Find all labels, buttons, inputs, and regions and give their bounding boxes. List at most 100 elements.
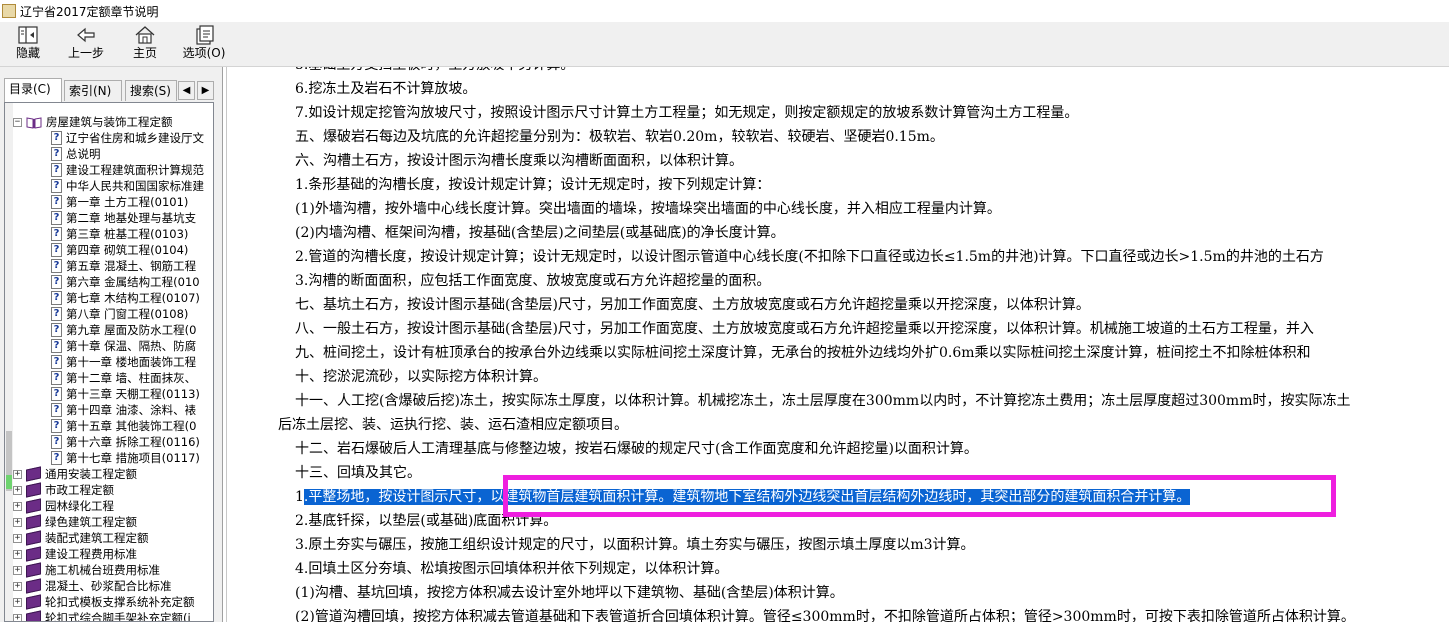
tree-node-page[interactable]: ? 第十七章 措施项目(0117): [51, 450, 200, 466]
tree-node-book[interactable]: + 轮扣式综合脚手架补充定额(j: [13, 610, 191, 621]
nav-tabs: 目录(C) 索引(N) 搜索(S) ◀ ▶: [4, 78, 218, 102]
content-line: 七、基坑土石方，按设计图示基础(含垫层)尺寸，另加工作面宽度、土方放坡宽度或石方…: [295, 297, 1090, 313]
tree-node-label: 第七章 木结构工程(0107): [66, 291, 200, 305]
tree-node-label: 第十五章 其他装饰工程(0: [66, 419, 197, 433]
content-line: 九、桩间挖土，设计有桩顶承台的按承台外边线乘以实际桩间挖土深度计算，无承台的按桩…: [295, 345, 1311, 361]
content-pane[interactable]: 5.基础土方支挡土板时，土方放坡不另计算。 6.挖冻土及岩石不计算放坡。 7.如…: [226, 67, 1449, 622]
help-page-icon: ?: [51, 435, 62, 449]
book-icon: [26, 610, 41, 621]
tree-node-label: 装配式建筑工程定额: [45, 531, 149, 545]
expand-icon[interactable]: +: [13, 517, 22, 527]
tree-node-label: 绿色建筑工程定额: [45, 515, 137, 529]
content-line: 1.条形基础的沟槽长度，按设计规定计算；设计无规定时，按下列规定计算：: [295, 177, 771, 193]
tree-node-root[interactable]: − 房屋建筑与装饰工程定额: [13, 114, 173, 130]
help-page-icon: ?: [51, 323, 62, 337]
help-page-icon: ?: [51, 179, 62, 193]
contents-tree[interactable]: − 房屋建筑与装饰工程定额 ? 辽宁省住房和城乡建设厅文 ? 总说明 ? 建设工程建筑…: [4, 102, 214, 622]
tree-node-book[interactable]: + 施工机械台班费用标准: [13, 562, 160, 578]
tree-node-page[interactable]: ? 建设工程建筑面积计算规范: [51, 162, 204, 178]
tree-node-label: 第五章 混凝土、钢筋工程: [66, 259, 197, 273]
tree-node-label: 第十三章 天棚工程(0113): [66, 387, 200, 401]
tree-node-page[interactable]: ? 第二章 地基处理与基坑支: [51, 210, 196, 226]
tree-node-page[interactable]: ? 总说明: [51, 146, 101, 162]
tab-scroll-right-icon[interactable]: ▶: [197, 81, 214, 100]
tree-node-label: 建设工程费用标准: [45, 547, 137, 561]
tree-node-page[interactable]: ? 第七章 木结构工程(0107): [51, 290, 200, 306]
annotation-highlight-box: [503, 475, 1336, 517]
tab-scroll-left-icon[interactable]: ◀: [178, 81, 195, 100]
tree-node-book[interactable]: + 建设工程费用标准: [13, 546, 137, 562]
tree-node-book[interactable]: + 轮扣式模板支撑系统补充定额: [13, 594, 195, 610]
tab-index[interactable]: 索引(N): [64, 80, 122, 101]
expand-icon[interactable]: +: [13, 485, 22, 495]
line-number-prefix: 1: [295, 489, 304, 505]
tree-node-page[interactable]: ? 第十五章 其他装饰工程(0: [51, 418, 196, 434]
tree-node-page[interactable]: ? 第六章 金属结构工程(010: [51, 274, 200, 290]
help-page-icon: ?: [51, 307, 62, 321]
content-line: 2.管道的沟槽长度，按设计规定计算；设计无规定时，以设计图示管道中心线长度(不扣…: [295, 249, 1324, 265]
tab-contents[interactable]: 目录(C): [4, 78, 62, 102]
tree-node-page[interactable]: ? 辽宁省住房和城乡建设厅文: [51, 130, 204, 146]
tree-node-label: 第十一章 楼地面装饰工程: [66, 355, 197, 369]
tree-node-page[interactable]: ? 中华人民共和国国家标准建: [51, 178, 204, 194]
expand-icon[interactable]: +: [13, 565, 22, 575]
collapse-icon[interactable]: −: [13, 117, 22, 127]
tree-node-page[interactable]: ? 第十四章 油漆、涂料、裱: [51, 402, 196, 418]
tree-node-page[interactable]: ? 第一章 土方工程(0101): [51, 194, 188, 210]
tree-node-page[interactable]: ? 第十六章 拆除工程(0116): [51, 434, 200, 450]
tree-node-label: 通用安装工程定额: [45, 467, 137, 481]
expand-icon[interactable]: +: [13, 533, 22, 543]
expand-icon[interactable]: +: [13, 549, 22, 559]
tree-node-page[interactable]: ? 第十一章 楼地面装饰工程: [51, 354, 196, 370]
open-book-icon: [26, 116, 42, 129]
expand-icon[interactable]: +: [13, 469, 22, 479]
tree-node-page[interactable]: ? 第四章 砌筑工程(0104): [51, 242, 188, 258]
tree-scrollbar[interactable]: [5, 103, 13, 621]
expand-icon[interactable]: +: [13, 501, 22, 511]
book-icon: [26, 530, 41, 546]
window-title: 辽宁省2017定额章节说明: [20, 4, 159, 19]
tree-node-page[interactable]: ? 第八章 门窗工程(0108): [51, 306, 188, 322]
options-icon: [196, 25, 214, 45]
content-line: 4.回填土区分夯填、松填按图示回填体积并依下列规定，以体积计算。: [295, 561, 729, 577]
expand-icon[interactable]: +: [13, 597, 22, 607]
toolbar: 隐藏 上一步 主页 选项(O): [0, 22, 1449, 67]
expand-icon[interactable]: +: [13, 581, 22, 591]
tree-node-label: 第二章 地基处理与基坑支: [66, 211, 197, 225]
help-page-icon: ?: [51, 275, 62, 289]
content-line: (2)管道沟槽回填，按挖方体积减去管道基础和下表管道折合回填体积计算。管径≤30…: [295, 609, 1355, 622]
options-button[interactable]: 选项(O): [180, 24, 228, 64]
back-button[interactable]: 上一步: [64, 24, 108, 64]
tree-node-label: 园林绿化工程: [45, 499, 114, 513]
home-icon: [135, 26, 155, 44]
tree-node-page[interactable]: ? 第九章 屋面及防水工程(0: [51, 322, 196, 338]
tree-node-page[interactable]: ? 第十章 保温、隔热、防腐: [51, 338, 196, 354]
content-line: (1)外墙沟槽，按外墙中心线长度计算。突出墙面的墙垛，按墙垛突出墙面的中心线长度…: [295, 201, 1001, 217]
tree-node-label: 第十四章 油漆、涂料、裱: [66, 403, 197, 417]
tab-search[interactable]: 搜索(S): [125, 80, 177, 101]
tree-node-book[interactable]: + 装配式建筑工程定额: [13, 530, 149, 546]
help-page-icon: ?: [51, 339, 62, 353]
tree-node-book[interactable]: + 混凝土、砂浆配合比标准: [13, 578, 172, 594]
help-page-icon: ?: [51, 451, 62, 465]
content-line: (2)内墙沟槽、框架间沟槽，按基础(含垫层)之间垫层(或基础底)的净长度计算。: [295, 225, 785, 241]
app-icon: [2, 4, 16, 18]
book-icon: [26, 498, 41, 514]
tree-node-book[interactable]: + 通用安装工程定额: [13, 466, 137, 482]
hide-button[interactable]: 隐藏: [8, 24, 48, 64]
tree-node-book[interactable]: + 园林绿化工程: [13, 498, 114, 514]
content-line: 五、爆破岩石每边及坑底的允许超挖量分别为：极软岩、软岩0.20m，较软岩、较硬岩…: [295, 129, 944, 145]
tree-node-page[interactable]: ? 第十三章 天棚工程(0113): [51, 386, 200, 402]
tree-node-book[interactable]: + 绿色建筑工程定额: [13, 514, 137, 530]
tree-node-book[interactable]: + 市政工程定额: [13, 482, 114, 498]
tree-node-page[interactable]: ? 第五章 混凝土、钢筋工程: [51, 258, 196, 274]
book-icon: [26, 482, 41, 498]
arrow-left-icon: [77, 27, 95, 43]
scroll-marker: [6, 475, 12, 489]
expand-icon[interactable]: +: [13, 613, 22, 621]
tree-node-page[interactable]: ? 第三章 桩基工程(0103): [51, 226, 188, 242]
home-button[interactable]: 主页: [126, 24, 164, 64]
tree-node-page[interactable]: ? 第十二章 墙、柱面抹灰、: [51, 370, 196, 386]
book-icon: [26, 594, 41, 610]
book-icon: [26, 466, 41, 482]
